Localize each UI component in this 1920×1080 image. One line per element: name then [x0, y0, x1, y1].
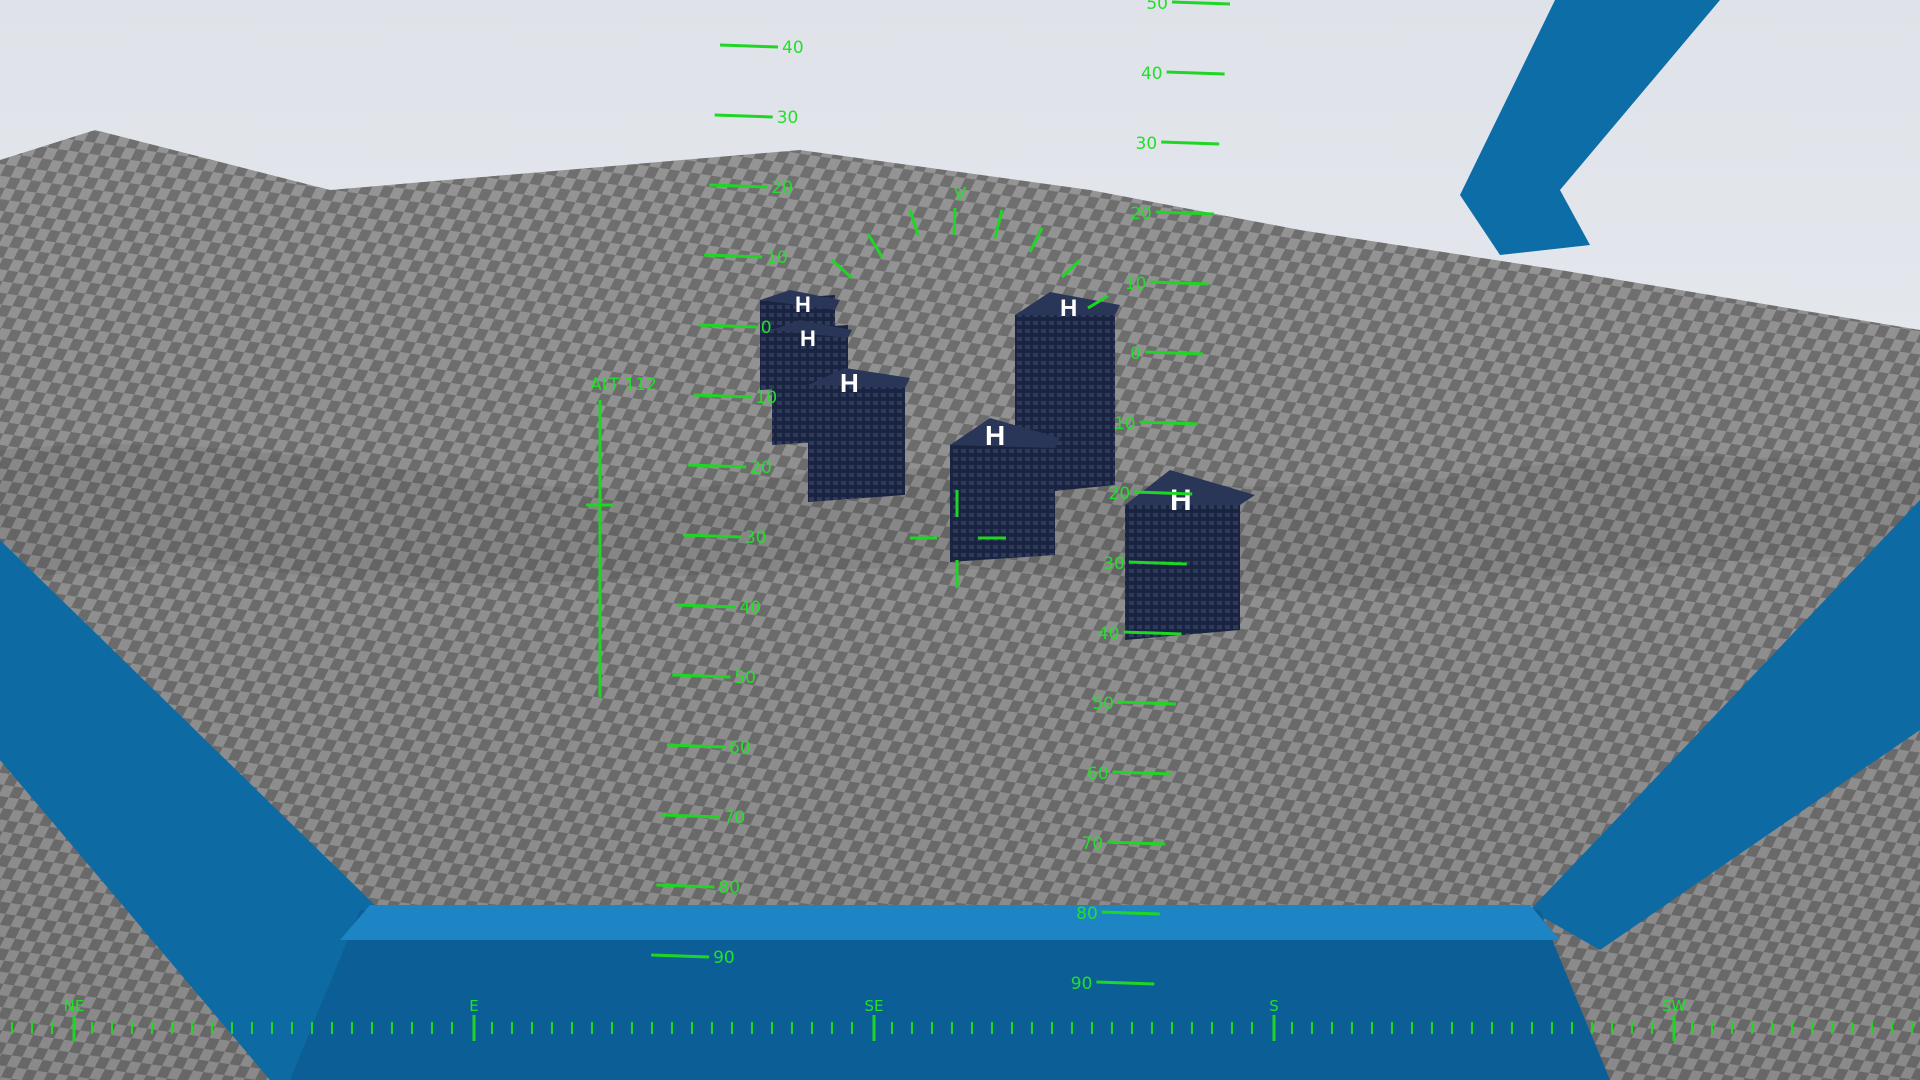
heading-label: E — [469, 997, 478, 1015]
helipad-h: H — [1060, 295, 1077, 322]
pitch-rung — [651, 953, 710, 959]
pitch-rung — [1107, 840, 1166, 846]
pitch-label: 20 — [750, 458, 772, 478]
pitch-rung — [714, 113, 773, 119]
pitch-label: 30 — [777, 108, 799, 128]
building: H — [1125, 470, 1255, 640]
pitch-label: 20 — [1109, 484, 1131, 504]
pitch-label: 10 — [1125, 274, 1147, 294]
pitch-rung — [1101, 910, 1160, 916]
heading-label: NE — [64, 997, 85, 1015]
pitch-rung — [1139, 420, 1198, 426]
pitch-label: 40 — [782, 38, 804, 58]
pitch-rung — [666, 743, 726, 749]
helipad-h: H — [1170, 484, 1192, 517]
pitch-rung — [719, 43, 779, 49]
helipad-h: H — [985, 420, 1005, 451]
pitch-label: 30 — [1103, 554, 1125, 574]
pitch-rung — [1171, 0, 1231, 6]
pitch-rung — [1128, 560, 1187, 566]
pitch-rung — [661, 813, 720, 819]
pitch-label: 60 — [729, 738, 751, 758]
pitch-label: 90 — [713, 948, 735, 968]
pitch-label: 80 — [1076, 904, 1098, 924]
helipad-h: H — [840, 368, 859, 398]
pitch-rung — [1117, 700, 1177, 706]
pitch-label: 90 — [1071, 974, 1093, 994]
helipad-h: H — [800, 326, 816, 351]
pitch-label: 0 — [1130, 344, 1141, 364]
altitude-label: ALT 112 — [590, 375, 657, 395]
cockpit-dashboard-top — [340, 905, 1560, 940]
pitch-label: 20 — [1130, 204, 1152, 224]
flight-scene: H H H H H H 403020100102030405060708090 … — [0, 0, 1920, 1080]
pitch-rung — [1150, 280, 1209, 286]
pitch-rung — [688, 463, 747, 469]
helipad-h: H — [795, 292, 811, 317]
pitch-rung — [1144, 350, 1204, 356]
pitch-rung — [677, 603, 736, 609]
pitch-label: 30 — [745, 528, 767, 548]
building: H — [808, 368, 910, 502]
pitch-rung — [1161, 140, 1220, 146]
pitch-label: 30 — [1136, 134, 1158, 154]
pitch-rung — [709, 183, 768, 189]
pitch-label: 70 — [724, 808, 746, 828]
pitch-label: 10 — [756, 388, 778, 408]
pitch-label: 50 — [1146, 0, 1168, 14]
pitch-rung — [682, 533, 741, 539]
pitch-label: 50 — [734, 668, 756, 688]
pitch-rung — [656, 883, 715, 889]
pitch-rung — [1112, 770, 1171, 776]
pitch-rung — [704, 253, 763, 259]
pitch-label: 20 — [771, 178, 793, 198]
pitch-rung — [1134, 490, 1193, 496]
pitch-label: 40 — [740, 598, 762, 618]
pitch-rung — [1166, 70, 1225, 76]
game-viewport[interactable]: H H H H H H 40 30 20 10 0 10 20 30 40 50… — [0, 0, 1920, 1080]
pitch-label: 40 — [1098, 624, 1120, 644]
pitch-label: 50 — [1092, 694, 1114, 714]
building: H — [950, 418, 1060, 562]
pitch-label: 70 — [1082, 834, 1104, 854]
pitch-label: 60 — [1087, 764, 1109, 784]
pitch-label: 10 — [766, 248, 788, 268]
pitch-label: 80 — [718, 878, 740, 898]
pitch-rung — [1096, 980, 1155, 986]
heading-label: S — [1269, 997, 1279, 1015]
heading-label: SE — [865, 997, 884, 1015]
pitch-rung — [693, 393, 752, 399]
pitch-label: 40 — [1141, 64, 1163, 84]
pitch-rung — [1123, 630, 1182, 636]
pitch-rung — [1155, 210, 1214, 216]
pitch-label: 0 — [761, 318, 772, 338]
heading-label: SW — [1662, 997, 1687, 1015]
pitch-label: 10 — [1114, 414, 1136, 434]
bank-pointer: V — [954, 184, 967, 205]
pitch-rung — [672, 673, 731, 679]
pitch-rung — [698, 323, 757, 329]
